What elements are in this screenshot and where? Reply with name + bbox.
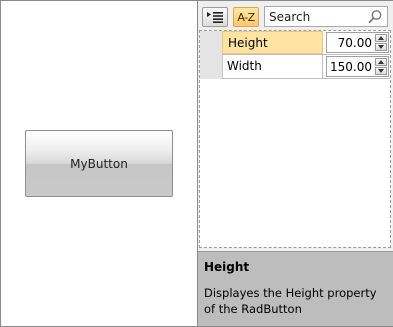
height-spinner bbox=[375, 34, 387, 51]
search-input[interactable]: Search bbox=[264, 6, 388, 27]
property-grid: A-Z Search Height 70.00 Width 150.00 Hei… bbox=[197, 1, 393, 326]
property-row-height[interactable]: Height 70.00 bbox=[222, 31, 390, 55]
arrow-down-icon bbox=[378, 45, 384, 49]
spin-down-button[interactable] bbox=[375, 67, 387, 75]
description-panel: Height Displayes the Height property of … bbox=[198, 251, 393, 326]
arrow-up-icon bbox=[378, 60, 384, 64]
property-value: 70.00 bbox=[337, 36, 372, 50]
search-input-text: Search bbox=[269, 10, 311, 24]
arrow-up-icon bbox=[378, 36, 384, 40]
property-name: Width bbox=[222, 55, 323, 78]
my-button-label: MyButton bbox=[70, 156, 128, 171]
property-list-gutter bbox=[200, 31, 223, 79]
sort-alphabetical-button[interactable]: A-Z bbox=[233, 7, 259, 27]
my-button[interactable]: MyButton bbox=[25, 130, 173, 197]
sort-alphabetical-label: A-Z bbox=[237, 10, 255, 24]
categorized-list-icon bbox=[207, 12, 223, 23]
property-row-width[interactable]: Width 150.00 bbox=[222, 55, 390, 79]
property-grid-toolbar: A-Z Search bbox=[198, 1, 393, 31]
design-surface: MyButton bbox=[1, 1, 197, 326]
width-spinner bbox=[375, 58, 387, 75]
magnifier-icon[interactable] bbox=[367, 9, 383, 25]
spin-up-button[interactable] bbox=[375, 34, 387, 42]
description-text: Displayes the Height property of the Rad… bbox=[204, 286, 377, 316]
property-value: 150.00 bbox=[330, 60, 372, 74]
spin-up-button[interactable] bbox=[375, 58, 387, 66]
categorize-button[interactable] bbox=[202, 7, 228, 27]
spin-down-button[interactable] bbox=[375, 43, 387, 51]
width-value-field[interactable]: 150.00 bbox=[326, 56, 389, 77]
property-name: Height bbox=[222, 31, 323, 54]
height-value-field[interactable]: 70.00 bbox=[326, 32, 389, 53]
property-list: Height 70.00 Width 150.00 bbox=[199, 30, 391, 248]
arrow-down-icon bbox=[378, 69, 384, 73]
window: MyButton A-Z Search Height 70.00 Width 1… bbox=[0, 0, 393, 327]
description-title: Height bbox=[204, 260, 250, 274]
